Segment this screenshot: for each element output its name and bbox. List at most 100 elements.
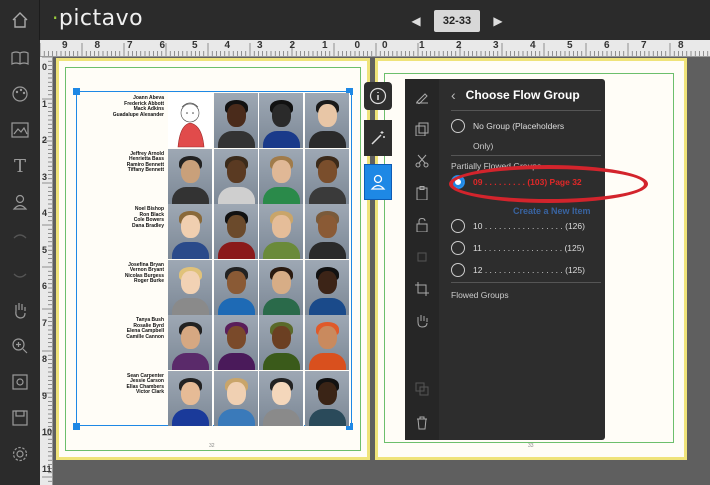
page-range[interactable]: 32-33 [434, 10, 480, 32]
no-group-label-continued: Only) [473, 141, 494, 151]
radio-option[interactable] [451, 241, 465, 255]
copy-icon[interactable] [412, 119, 432, 139]
hand-pan-icon[interactable] [0, 292, 40, 328]
student-photo[interactable] [213, 93, 259, 148]
student-photo[interactable] [304, 93, 350, 148]
ruler-number: 6 [604, 40, 610, 51]
student-photo[interactable] [168, 315, 213, 370]
crop-icon[interactable] [412, 279, 432, 299]
flow-group-person-button[interactable] [364, 164, 392, 200]
flow-group-option-selected[interactable]: 09 . . . . . . . . . (103) Page 32 [451, 175, 582, 189]
ruler-number: 8 [42, 354, 48, 364]
student-names: Jeffrey Arnold Henrietta Bass Ramiro Benne… [78, 151, 164, 174]
flowed-groups-label: Flowed Groups [451, 290, 509, 300]
person-tag-icon[interactable] [0, 184, 40, 220]
student-photo[interactable] [168, 370, 213, 426]
student-photo[interactable] [259, 148, 304, 204]
student-photo[interactable] [259, 370, 304, 426]
ruler-number: 7 [127, 40, 133, 51]
flow-group-panel: ‹ Choose Flow Group No Group (Placeholde… [405, 79, 605, 440]
pencil-icon[interactable] [412, 87, 432, 107]
panel-icon-strip [405, 79, 439, 440]
student-names: Josefina Bryan Vernon Bryant Nicolas Burge… [78, 262, 164, 285]
student-photo[interactable] [304, 259, 350, 315]
book-icon[interactable] [0, 40, 40, 76]
student-name: Roger Burke [133, 278, 164, 284]
student-photo[interactable] [168, 259, 213, 315]
left-page[interactable]: Joann Abeva Frederick Abbott Mack Adkins Gu… [56, 58, 370, 460]
radio-no-group[interactable] [451, 119, 465, 133]
panel-header: ‹ Choose Flow Group [451, 87, 580, 103]
student-photo[interactable] [213, 259, 259, 315]
next-page-arrow-icon[interactable]: ▶ [490, 9, 506, 33]
home-icon[interactable] [0, 0, 40, 40]
student-photo[interactable] [168, 148, 213, 204]
divider [451, 110, 601, 111]
no-group-option[interactable]: No Group (Placeholders [451, 119, 564, 133]
palette-icon[interactable] [0, 76, 40, 112]
ruler-number: 10 [42, 427, 53, 437]
student-photo[interactable] [213, 148, 259, 204]
photo-row: Tanya Bush Rosalie Byrd Elena Campbell Cami… [78, 315, 350, 370]
gear-icon[interactable] [0, 436, 40, 472]
preview-icon[interactable] [0, 364, 40, 400]
ruler-number: 1 [322, 40, 328, 51]
back-chevron-icon[interactable]: ‹ [451, 87, 456, 103]
flow-group-option[interactable]: 10 . . . . . . . . . . . . . . . . . (12… [451, 219, 585, 233]
hand-grab-icon[interactable] [412, 311, 432, 331]
radio-option[interactable] [451, 219, 465, 233]
previous-page-arrow-icon[interactable]: ◀ [408, 9, 424, 33]
student-photo[interactable] [213, 315, 259, 370]
info-button[interactable] [364, 82, 392, 110]
student-name: Dana Bradley [132, 222, 164, 229]
undo-icon[interactable] [0, 220, 40, 256]
ruler-number: 3 [42, 171, 48, 182]
redo-icon[interactable] [0, 256, 40, 292]
ruler-number: 6 [159, 40, 166, 51]
paste-icon[interactable] [412, 183, 432, 203]
scissors-icon[interactable] [412, 151, 432, 171]
student-photo[interactable] [304, 148, 350, 204]
ruler-number: 5 [567, 40, 573, 51]
student-photo[interactable] [168, 204, 213, 259]
flow-group-option[interactable]: 11 . . . . . . . . . . . . . . . . . (12… [451, 241, 584, 255]
layers-icon[interactable] [412, 379, 432, 399]
student-name: Victor Clark [136, 389, 164, 395]
student-photo[interactable] [259, 315, 304, 370]
zoom-in-icon[interactable] [0, 328, 40, 364]
student-photo[interactable] [304, 370, 350, 426]
student-photo[interactable] [168, 93, 213, 148]
student-photo[interactable] [213, 370, 259, 426]
ghost-text: Create a New Item [513, 206, 591, 216]
student-photo[interactable] [259, 204, 304, 259]
left-toolbar: T [0, 40, 40, 485]
ruler-number: 2 [456, 40, 462, 51]
page-navigator: ◀ 32-33 ▶ [408, 9, 506, 33]
ruler-number: 11 [42, 463, 52, 474]
magic-wand-icon[interactable] [364, 120, 392, 156]
ruler-number: 2 [42, 135, 48, 145]
student-photo[interactable] [304, 315, 350, 370]
student-names: Joann Abeva Frederick Abbott Mack Adkins Gu… [78, 95, 164, 118]
ruler-number: 3 [493, 40, 499, 51]
student-photo[interactable] [259, 93, 304, 148]
ruler-number: 5 [42, 244, 48, 255]
panel-title: Choose Flow Group [465, 88, 580, 102]
unlock-icon[interactable] [412, 215, 432, 235]
trash-icon[interactable] [412, 413, 432, 433]
text-icon[interactable]: T [0, 148, 40, 184]
ruler-number: 0 [42, 62, 48, 72]
save-icon[interactable] [0, 400, 40, 436]
ruler-number: 6 [42, 281, 48, 291]
student-photo[interactable] [259, 259, 304, 315]
student-names: Sean Carpenter Jessie Carson Ellas Chamber… [78, 373, 164, 396]
student-photo[interactable] [304, 204, 350, 259]
student-names: Noel Bishop Ron Black Cole Bowers Dana Brad… [78, 206, 164, 229]
student-photo[interactable] [213, 204, 259, 259]
radio-selected[interactable] [451, 175, 465, 189]
radio-option[interactable] [451, 263, 465, 277]
image-icon[interactable] [0, 112, 40, 148]
flow-group-option[interactable]: 12 . . . . . . . . . . . . . . . . . (12… [451, 263, 585, 277]
transform-icon[interactable] [412, 247, 432, 267]
ruler-number: 0 [382, 40, 388, 51]
